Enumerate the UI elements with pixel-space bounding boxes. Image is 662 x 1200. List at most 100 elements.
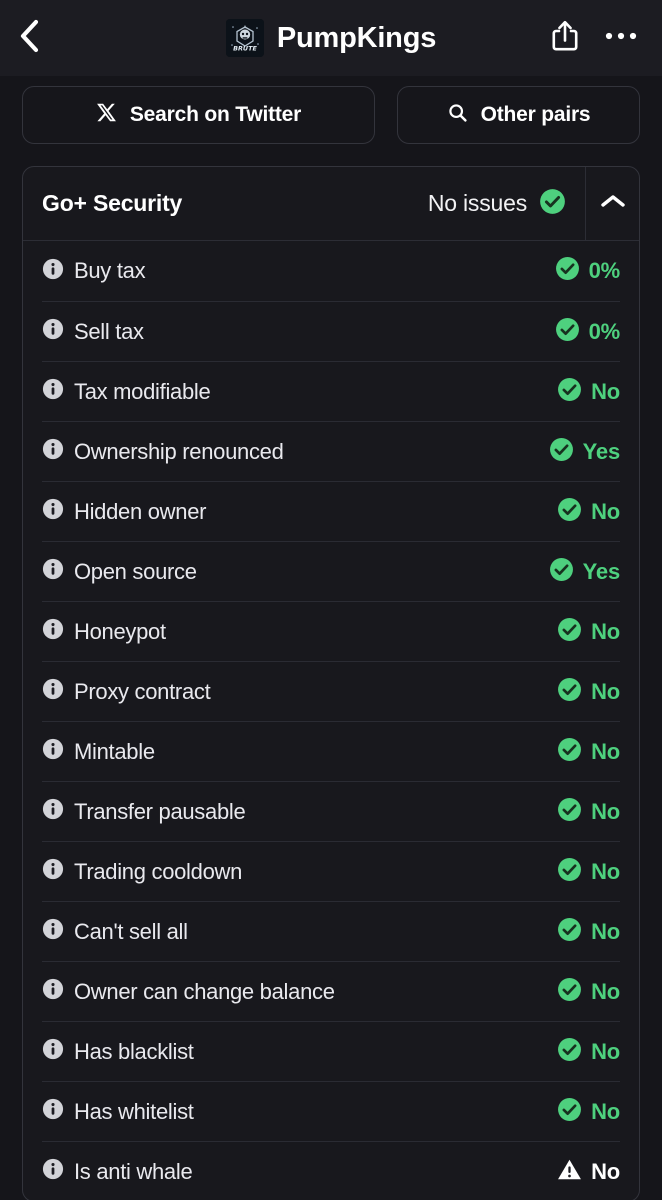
info-icon[interactable] (42, 318, 64, 345)
security-row-left: Honeypot (42, 618, 166, 645)
x-twitter-icon (96, 102, 117, 129)
security-row-label: Tax modifiable (74, 378, 211, 404)
info-icon[interactable] (42, 438, 64, 465)
security-row-right: No (557, 857, 620, 887)
more-options-button[interactable] (602, 17, 640, 59)
check-circle-icon (539, 188, 566, 220)
security-row: Proxy contract No (42, 661, 620, 721)
security-row-value: No (591, 738, 620, 764)
go-plus-security-card: Go+ Security No issues Buy tax 0% Sell t… (22, 166, 640, 1200)
search-on-twitter-label: Search on Twitter (129, 103, 302, 126)
security-row-left: Is anti whale (42, 1158, 193, 1185)
security-row-label: Is anti whale (74, 1158, 193, 1184)
security-row-left: Has whitelist (42, 1098, 194, 1125)
security-row-value: No (591, 858, 620, 884)
info-icon[interactable] (42, 978, 64, 1005)
security-row-right: No (557, 737, 620, 767)
security-row-value: No (591, 1038, 620, 1064)
back-button[interactable] (0, 0, 58, 76)
check-circle-icon (557, 797, 582, 827)
security-row-value: No (591, 1158, 620, 1184)
security-row-right: No (557, 1157, 620, 1187)
security-row-label: Mintable (74, 738, 155, 764)
security-row: Honeypot No (42, 601, 620, 661)
security-row-right: No (557, 1097, 620, 1127)
security-row: Can't sell all No (42, 901, 620, 961)
chevron-left-icon (17, 17, 41, 60)
info-icon[interactable] (42, 498, 64, 525)
security-row: Transfer pausable No (42, 781, 620, 841)
security-row-left: Transfer pausable (42, 798, 246, 825)
info-icon[interactable] (42, 798, 64, 825)
info-icon[interactable] (42, 738, 64, 765)
search-on-twitter-button[interactable]: Search on Twitter (22, 86, 375, 144)
token-logo: BRUTE (225, 19, 264, 57)
security-row: Sell tax 0% (42, 301, 620, 361)
security-row-value: 0% (588, 258, 621, 283)
security-row-right: 0% (555, 256, 620, 286)
check-circle-icon (557, 977, 582, 1007)
security-row: Has blacklist No (42, 1021, 620, 1081)
security-status: No issues (428, 188, 566, 220)
info-icon[interactable] (42, 258, 64, 285)
security-row: Is anti whale No (42, 1141, 620, 1200)
security-row-right: 0% (555, 317, 620, 347)
security-row-value: No (591, 1098, 620, 1124)
security-row-left: Trading cooldown (42, 858, 242, 885)
top-navigation-bar: BRUTE PumpKings (0, 0, 662, 76)
check-circle-icon (557, 497, 582, 527)
security-row-value: No (591, 918, 620, 944)
share-icon (550, 19, 580, 58)
security-row-value: No (591, 678, 620, 704)
security-row-right: No (557, 797, 620, 827)
info-icon[interactable] (42, 1158, 64, 1185)
security-row-label: Trading cooldown (74, 858, 243, 884)
security-title: Go+ Security (42, 190, 183, 216)
security-row-right: No (557, 497, 620, 527)
security-row-label: Owner can change balance (74, 978, 335, 1004)
security-row: Hidden owner No (42, 481, 620, 541)
check-circle-icon (557, 857, 582, 887)
security-row-label: Open source (74, 558, 197, 584)
check-circle-icon (555, 256, 580, 286)
security-row-left: Hidden owner (42, 498, 206, 525)
security-row-value: Yes (582, 558, 621, 584)
info-icon[interactable] (42, 1098, 64, 1125)
security-row-right: Yes (549, 437, 620, 467)
check-circle-icon (557, 1037, 582, 1067)
security-row-value: No (591, 618, 620, 644)
security-row-left: Can't sell all (42, 918, 188, 945)
security-row: Owner can change balance No (42, 961, 620, 1021)
info-icon[interactable] (42, 618, 64, 645)
check-circle-icon (557, 917, 582, 947)
security-row-right: No (557, 1037, 620, 1067)
other-pairs-button[interactable]: Other pairs (397, 86, 640, 144)
security-row-value: No (591, 978, 620, 1004)
info-icon[interactable] (42, 678, 64, 705)
info-icon[interactable] (42, 858, 64, 885)
check-circle-icon (557, 617, 582, 647)
check-circle-icon (549, 437, 574, 467)
security-rows-list: Buy tax 0% Sell tax 0% Tax modifiable No… (23, 241, 639, 1200)
security-row-right: No (557, 617, 620, 647)
share-button[interactable] (546, 17, 584, 59)
info-icon[interactable] (42, 378, 64, 405)
info-icon[interactable] (42, 558, 64, 585)
security-row-left: Tax modifiable (42, 378, 211, 405)
security-row-value: 0% (588, 318, 621, 344)
security-row-right: No (557, 377, 620, 407)
security-row-label: Honeypot (74, 618, 166, 644)
token-name: PumpKings (276, 21, 437, 54)
security-row-right: Yes (549, 557, 620, 587)
collapse-security-button[interactable] (585, 167, 639, 240)
security-row-label: Proxy contract (74, 678, 211, 704)
security-row-left: Mintable (42, 738, 155, 765)
chevron-up-icon (600, 193, 626, 214)
security-row-left: Buy tax (42, 258, 146, 285)
check-circle-icon (557, 677, 582, 707)
security-row-label: Buy tax (74, 258, 146, 283)
security-row-value: Yes (582, 438, 621, 464)
info-icon[interactable] (42, 918, 64, 945)
security-row: Tax modifiable No (42, 361, 620, 421)
info-icon[interactable] (42, 1038, 64, 1065)
